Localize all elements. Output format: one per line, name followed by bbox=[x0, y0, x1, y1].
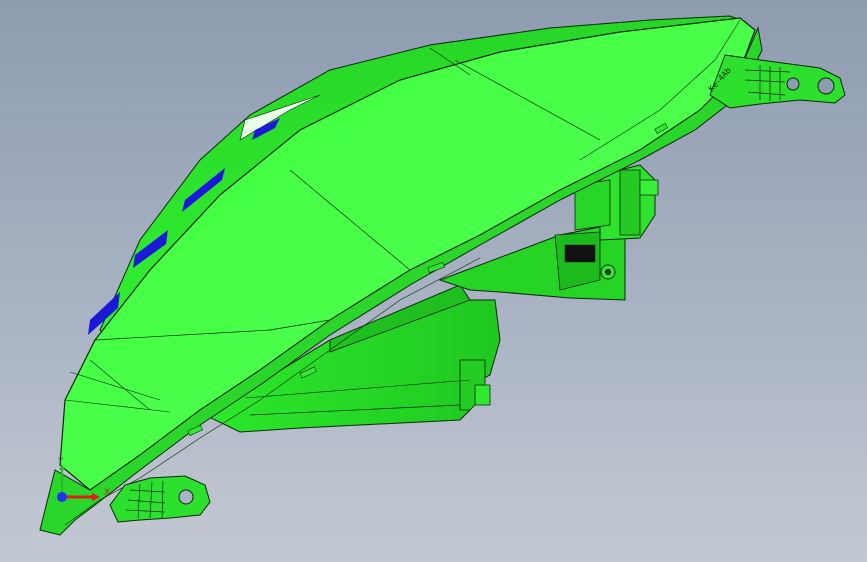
3d-viewport[interactable]: Ke-4Ab X Y bbox=[0, 0, 867, 562]
x-axis-head bbox=[92, 493, 100, 501]
coordinate-triad bbox=[57, 464, 100, 502]
x-axis-label: X bbox=[104, 488, 111, 498]
z-axis-dot bbox=[57, 492, 67, 502]
headlamp-model[interactable]: Ke-4Ab bbox=[0, 0, 867, 562]
right-mount-bracket[interactable]: Ke-4Ab bbox=[707, 54, 846, 109]
left-mount-bracket[interactable] bbox=[109, 475, 211, 523]
y-axis-label: Y bbox=[58, 457, 64, 467]
